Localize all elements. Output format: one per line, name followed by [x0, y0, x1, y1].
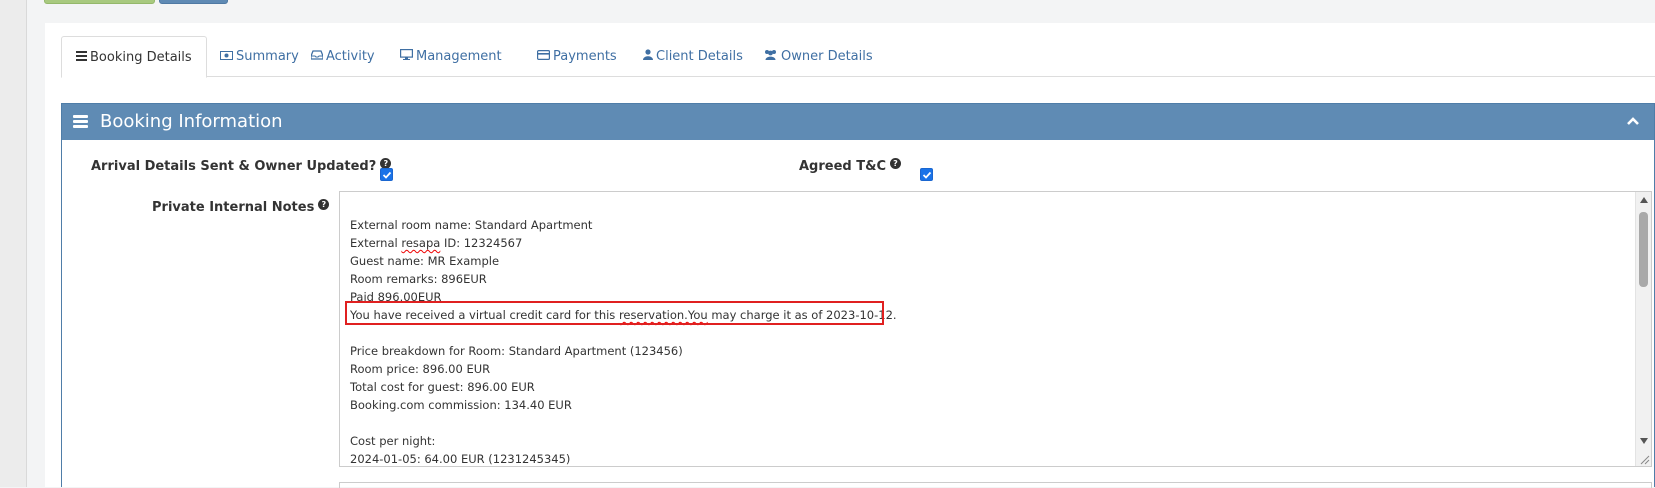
- list-icon: [76, 37, 87, 77]
- arrival-details-text: Arrival Details Sent & Owner Updated?: [91, 159, 377, 174]
- panel-title: Booking Information: [100, 111, 283, 132]
- top-blue-button[interactable]: [159, 0, 228, 4]
- tab-payments[interactable]: Payments: [537, 36, 617, 77]
- arrival-details-label: Arrival Details Sent & Owner Updated??: [91, 158, 392, 174]
- tab-client-details[interactable]: Client Details: [643, 36, 743, 77]
- help-icon[interactable]: ?: [890, 158, 901, 169]
- notes-line: 2024-01-05: 64.00 EUR (1231245345): [350, 452, 571, 466]
- notes-line: External room name: Standard Apartment: [350, 218, 593, 232]
- notes-text: ID: 12324567: [440, 236, 523, 250]
- private-notes-label: Private Internal Notes?: [152, 199, 330, 215]
- tab-summary[interactable]: Summary: [220, 36, 299, 77]
- resize-handle-icon[interactable]: [1638, 453, 1650, 465]
- menu-icon: [73, 115, 88, 128]
- agreed-tc-label: Agreed T&C?: [799, 158, 901, 174]
- desktop-icon: [400, 36, 414, 76]
- tab-label: Management: [416, 49, 502, 64]
- tab-bar: Booking Details Summary Activity Managem…: [61, 36, 1655, 78]
- top-green-button[interactable]: [44, 0, 155, 4]
- credit-card-icon: [537, 36, 551, 76]
- chevron-up-icon[interactable]: [1626, 116, 1640, 126]
- tab-label: Payments: [553, 49, 617, 64]
- private-notes-text: Private Internal Notes: [152, 200, 315, 215]
- notes-line: Booking.com commission: 134.40 EUR: [350, 398, 572, 412]
- notes-line: Guest name: MR Example: [350, 254, 500, 268]
- private-notes-textarea[interactable]: External room name: Standard Apartment E…: [339, 191, 1652, 467]
- notes-scrollbar[interactable]: [1635, 192, 1651, 466]
- tab-label: Client Details: [656, 49, 743, 64]
- tab-label: Owner Details: [781, 49, 873, 64]
- tab-booking-details[interactable]: Booking Details: [61, 36, 207, 78]
- tab-activity[interactable]: Activity: [310, 36, 375, 77]
- notes-line: Price breakdown for Room: Standard Apart…: [350, 344, 683, 358]
- notes-line: Room price: 896.00 EUR: [350, 362, 491, 376]
- scroll-down-arrow-icon[interactable]: [1640, 438, 1648, 444]
- arrival-details-checkbox[interactable]: [380, 168, 393, 181]
- tab-label: Activity: [326, 49, 375, 64]
- highlight-box: [345, 301, 884, 325]
- scrollbar-thumb[interactable]: [1639, 212, 1648, 287]
- help-icon[interactable]: ?: [318, 199, 330, 210]
- notes-line: Room remarks: 896EUR: [350, 272, 487, 286]
- notes-line: Cost per night:: [350, 434, 436, 448]
- check-icon: [922, 171, 932, 179]
- user-icon: [643, 36, 653, 76]
- panel-header[interactable]: Booking Information: [62, 104, 1654, 140]
- next-field-box[interactable]: [339, 482, 1652, 488]
- scroll-up-arrow-icon[interactable]: [1640, 197, 1648, 203]
- misspelled-word: resapa: [401, 236, 441, 250]
- agreed-tc-text: Agreed T&C: [799, 159, 886, 174]
- notes-line: External resapa ID: 12324567: [350, 234, 1627, 252]
- inbox-icon: [310, 36, 324, 76]
- tab-label: Summary: [236, 49, 299, 64]
- left-rail: [0, 0, 27, 487]
- notes-text: External: [350, 236, 402, 250]
- money-icon: [220, 36, 233, 76]
- tab-owner-details[interactable]: Owner Details: [763, 36, 873, 77]
- tab-label: Booking Details: [90, 50, 192, 65]
- users-icon: [763, 36, 778, 76]
- tab-management[interactable]: Management: [400, 36, 502, 77]
- check-icon: [382, 171, 392, 179]
- notes-line: Total cost for guest: 896.00 EUR: [350, 380, 535, 394]
- agreed-tc-checkbox[interactable]: [920, 168, 933, 181]
